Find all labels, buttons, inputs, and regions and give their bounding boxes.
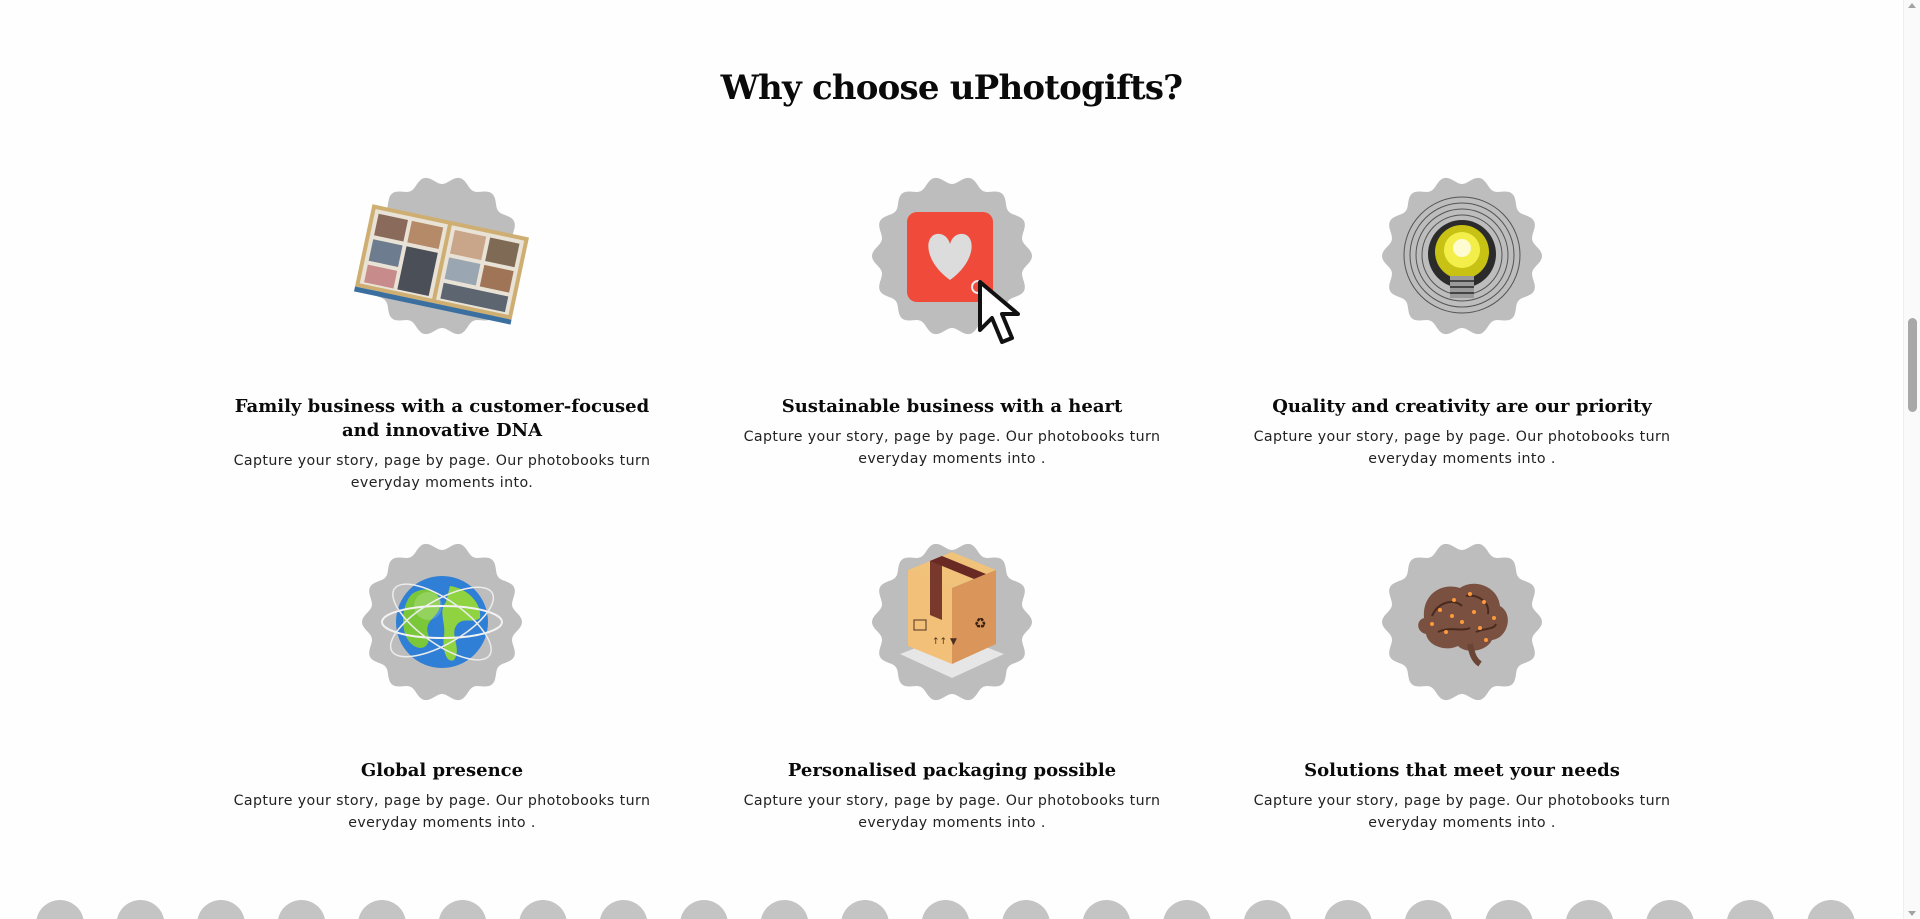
heart-click-icon (872, 177, 1032, 344)
feature-title: Quality and creativity are our priority (1272, 396, 1652, 417)
feature-text: Capture your story, page by page. Our ph… (233, 793, 651, 831)
page-scrollbar[interactable] (1903, 0, 1920, 919)
feature-card-packaging: ↑↑ ▼ ♻ Personalised packaging possible C… (697, 536, 1207, 834)
scallop-dot (922, 900, 969, 919)
feature-title: Global presence (360, 760, 524, 781)
feature-card-family-business: Family business with a customer-focused … (187, 170, 697, 494)
lightbulb-icon (1382, 177, 1542, 335)
scallop-dot (36, 900, 84, 919)
scallop-dot (1083, 900, 1130, 919)
feature-card-quality: Quality and creativity are our priority … (1207, 170, 1717, 470)
scallop-dot (1566, 900, 1613, 919)
scallop-dot (841, 900, 889, 919)
feature-card-sustainable: Sustainable business with a heart Captur… (697, 170, 1207, 470)
feature-text: Capture your story, page by page. Our ph… (743, 793, 1161, 831)
scallop-dot (278, 900, 325, 919)
feature-title: Solutions that meet your needs (1304, 760, 1620, 781)
scallop-dot (1727, 900, 1774, 919)
feature-text: Capture your story, page by page. Our ph… (1253, 429, 1671, 467)
scallop-dot (439, 900, 486, 919)
feature-text: Capture your story, page by page. Our ph… (743, 429, 1161, 467)
photobook-icon (353, 177, 529, 335)
scallop-dot (1163, 900, 1211, 919)
feature-title: Family business with a customer-focused … (234, 396, 650, 441)
scallop-dot (680, 900, 728, 919)
brain-icon (1382, 543, 1542, 701)
scallop-dot (117, 900, 164, 919)
decorative-scallop-border (36, 900, 1855, 919)
svg-text:♻: ♻ (974, 616, 987, 632)
package-box-icon: ↑↑ ▼ ♻ (872, 543, 1032, 701)
scallop-dot (1405, 900, 1452, 919)
scallop-dot (197, 900, 245, 919)
scallop-dot (358, 900, 406, 919)
feature-title: Personalised packaging possible (787, 760, 1117, 781)
scallop-dot (600, 900, 647, 919)
scallop-dot (1002, 900, 1050, 919)
scrollbar-thumb[interactable] (1908, 318, 1917, 412)
scallop-dot (519, 900, 567, 919)
scroll-down-arrow-icon[interactable] (1908, 911, 1916, 916)
feature-text: Capture your story, page by page. Our ph… (233, 453, 651, 491)
scroll-up-arrow-icon[interactable] (1908, 3, 1916, 8)
scallop-dot (1324, 900, 1372, 919)
feature-card-solutions: Solutions that meet your needs Capture y… (1207, 536, 1717, 834)
feature-title: Sustainable business with a heart (781, 396, 1123, 417)
section-title: Why choose uPhotogifts? (720, 68, 1183, 108)
scallop-dot (1244, 900, 1291, 919)
globe-icon (362, 543, 522, 701)
feature-text: Capture your story, page by page. Our ph… (1253, 793, 1671, 831)
feature-card-global: Global presence Capture your story, page… (187, 536, 697, 834)
svg-text:↑↑ ▼: ↑↑ ▼ (932, 637, 957, 647)
scallop-dot (761, 900, 808, 919)
scallop-dot (1485, 900, 1533, 919)
scallop-dot (1646, 900, 1694, 919)
page: Why choose uPhotogifts? Family business … (0, 0, 1920, 919)
scallop-dot (1807, 900, 1855, 919)
